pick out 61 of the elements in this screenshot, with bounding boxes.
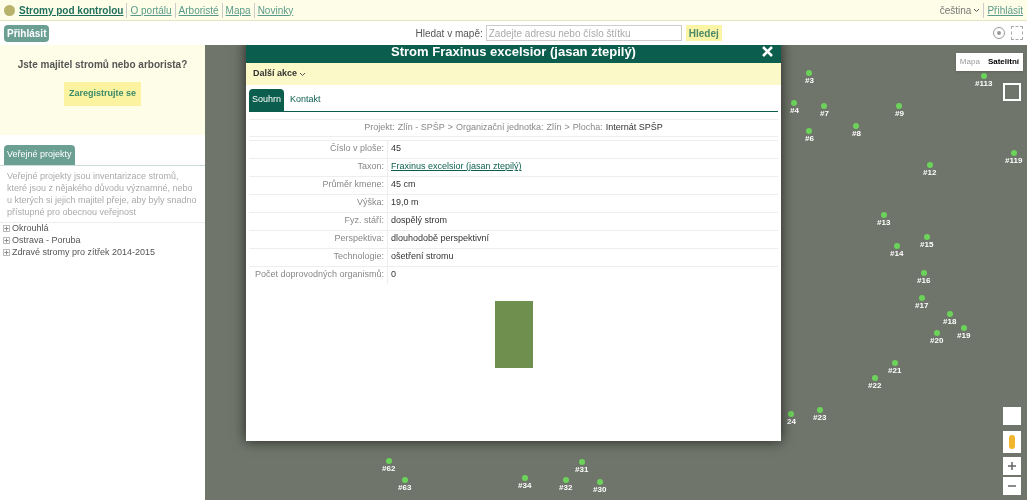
search-field[interactable]: Zadejte adresu nebo číslo štítku bbox=[485, 25, 682, 41]
map-type-button[interactable]: Mapa bbox=[955, 53, 984, 71]
nav-link[interactable]: Novinky bbox=[253, 2, 294, 18]
breadcrumb-label: Plocha: bbox=[572, 120, 603, 134]
field-label: Výška: bbox=[249, 194, 388, 212]
tab[interactable]: Souhrn bbox=[249, 89, 285, 111]
breadcrumb-separator: > bbox=[564, 120, 570, 134]
expand-icon[interactable] bbox=[3, 237, 10, 244]
breadcrumb-value: Zlín bbox=[546, 120, 562, 134]
tab[interactable]: Kontakt bbox=[284, 89, 327, 111]
field-label: Číslo v ploše: bbox=[249, 140, 388, 158]
tree-item-label[interactable]: Ostrava - Poruba bbox=[12, 233, 81, 248]
zoom-in-button[interactable] bbox=[1003, 457, 1021, 475]
nav-link[interactable]: O portálu bbox=[126, 2, 172, 18]
site-title-link[interactable]: Stromy pod kontrolou bbox=[19, 2, 124, 18]
breadcrumb-value: Internát SPŠP bbox=[605, 120, 663, 134]
breadcrumb-label: Organizační jednotka: bbox=[455, 120, 544, 134]
nav-link[interactable]: Arboristé bbox=[174, 2, 219, 18]
tree-item-label[interactable]: Okrouhlá bbox=[12, 221, 49, 236]
field-label: Technologie: bbox=[249, 248, 388, 266]
plus-icon bbox=[1008, 462, 1016, 470]
field-label: Taxon: bbox=[249, 158, 388, 176]
fullscreen-icon[interactable] bbox=[1003, 83, 1021, 101]
breadcrumb-label: Projekt: bbox=[364, 120, 395, 134]
tree-item-label[interactable]: Zdravé stromy pro zítřek 2014-2015 bbox=[12, 245, 156, 260]
field-value: 0 bbox=[390, 268, 396, 282]
field-value: 45 cm bbox=[390, 178, 416, 192]
field-label: Počet doprovodných organismů: bbox=[249, 266, 388, 284]
breadcrumb-separator: > bbox=[447, 120, 453, 134]
map-type-button[interactable]: Satelitní bbox=[983, 53, 1023, 71]
field-label: Fyz. stáří: bbox=[249, 212, 388, 230]
field-value: ošetření stromu bbox=[390, 250, 454, 264]
language-select[interactable]: čeština bbox=[939, 2, 981, 18]
expand-icon[interactable] bbox=[3, 225, 10, 232]
chevron-down-icon bbox=[973, 7, 981, 13]
tree-photo-placeholder bbox=[494, 300, 533, 368]
field-value: 19,0 m bbox=[390, 196, 419, 210]
field-label: Perspektiva: bbox=[249, 230, 388, 248]
login-button[interactable]: Přihlásit bbox=[4, 24, 50, 42]
register-button[interactable]: Zaregistrujte se bbox=[64, 82, 141, 106]
field-label: Průměr kmene: bbox=[249, 176, 388, 194]
person-icon[interactable] bbox=[1003, 431, 1021, 453]
login-link[interactable]: Přihlásit bbox=[983, 2, 1023, 18]
dialog-title: Strom Fraxinus excelsior (jasan ztepilý) bbox=[391, 45, 636, 61]
search-button[interactable]: Hledej bbox=[685, 25, 722, 41]
search-label: Hledat v mapě: bbox=[415, 26, 483, 41]
nav-link[interactable]: Mapa bbox=[221, 2, 251, 18]
minus-icon bbox=[1008, 485, 1016, 487]
field-value: 45 bbox=[390, 142, 401, 156]
close-icon[interactable] bbox=[762, 46, 773, 57]
chevron-down-icon bbox=[299, 71, 307, 77]
field-value: dlouhodobě perspektivní bbox=[390, 232, 490, 246]
breadcrumb-value: Zlín - SPŠP bbox=[397, 120, 445, 134]
zoom-out-button[interactable] bbox=[1003, 477, 1021, 495]
logo-icon bbox=[4, 4, 15, 16]
taxon-link[interactable]: Fraxinus excelsior (jasan ztepilý) bbox=[388, 160, 522, 174]
tab[interactable]: Veřejné projekty bbox=[4, 145, 75, 165]
expand-icon[interactable] bbox=[3, 249, 10, 256]
actions-menu[interactable]: Další akce bbox=[253, 67, 307, 81]
field-value: dospělý strom bbox=[390, 214, 448, 228]
promo-title: Jste majitel stromů nebo arborista? bbox=[17, 58, 188, 72]
